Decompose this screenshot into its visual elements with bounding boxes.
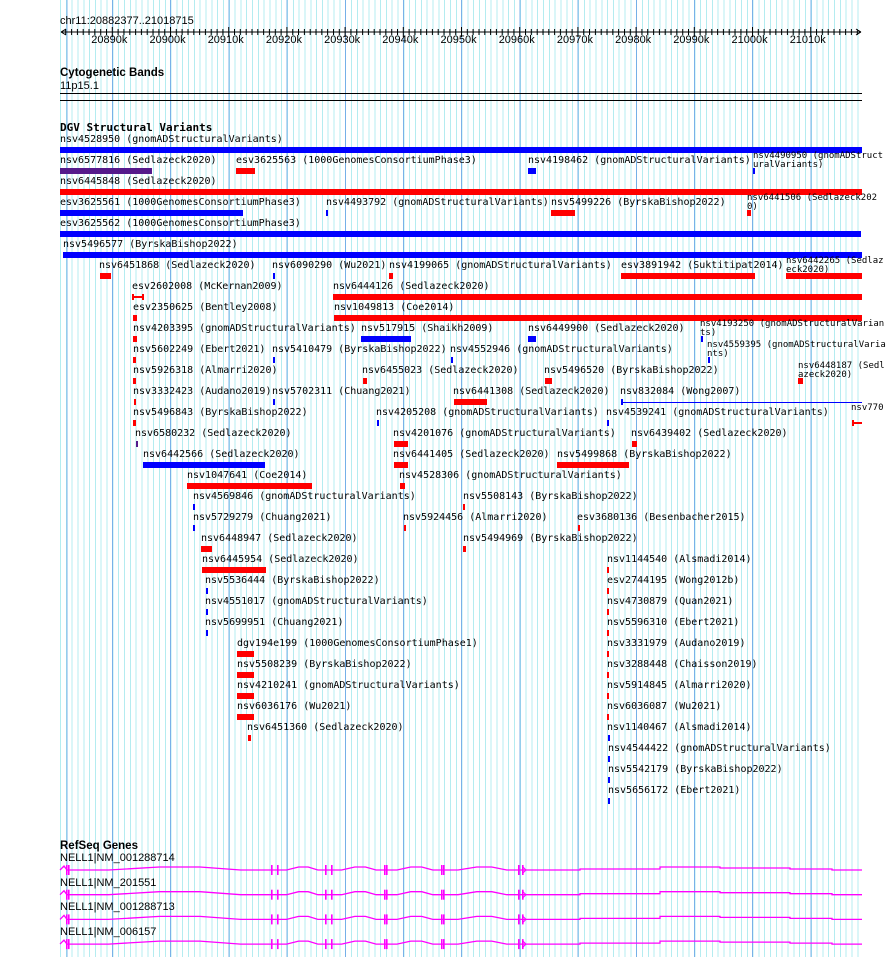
- exon-mark: [271, 939, 273, 950]
- exon-mark: [331, 939, 333, 950]
- exon-mark: [441, 939, 443, 950]
- exon-mark: [443, 939, 445, 950]
- exon-mark: [522, 939, 524, 950]
- exon-mark: [68, 939, 70, 950]
- exon-mark: [518, 939, 520, 950]
- intron-line: [59, 939, 862, 945]
- exon-mark: [277, 939, 279, 950]
- exon-mark: [66, 939, 68, 950]
- exon-mark: [386, 939, 388, 950]
- exon-mark: [325, 939, 327, 950]
- exon-mark: [384, 939, 386, 950]
- transcript-model[interactable]: [0, 0, 880, 957]
